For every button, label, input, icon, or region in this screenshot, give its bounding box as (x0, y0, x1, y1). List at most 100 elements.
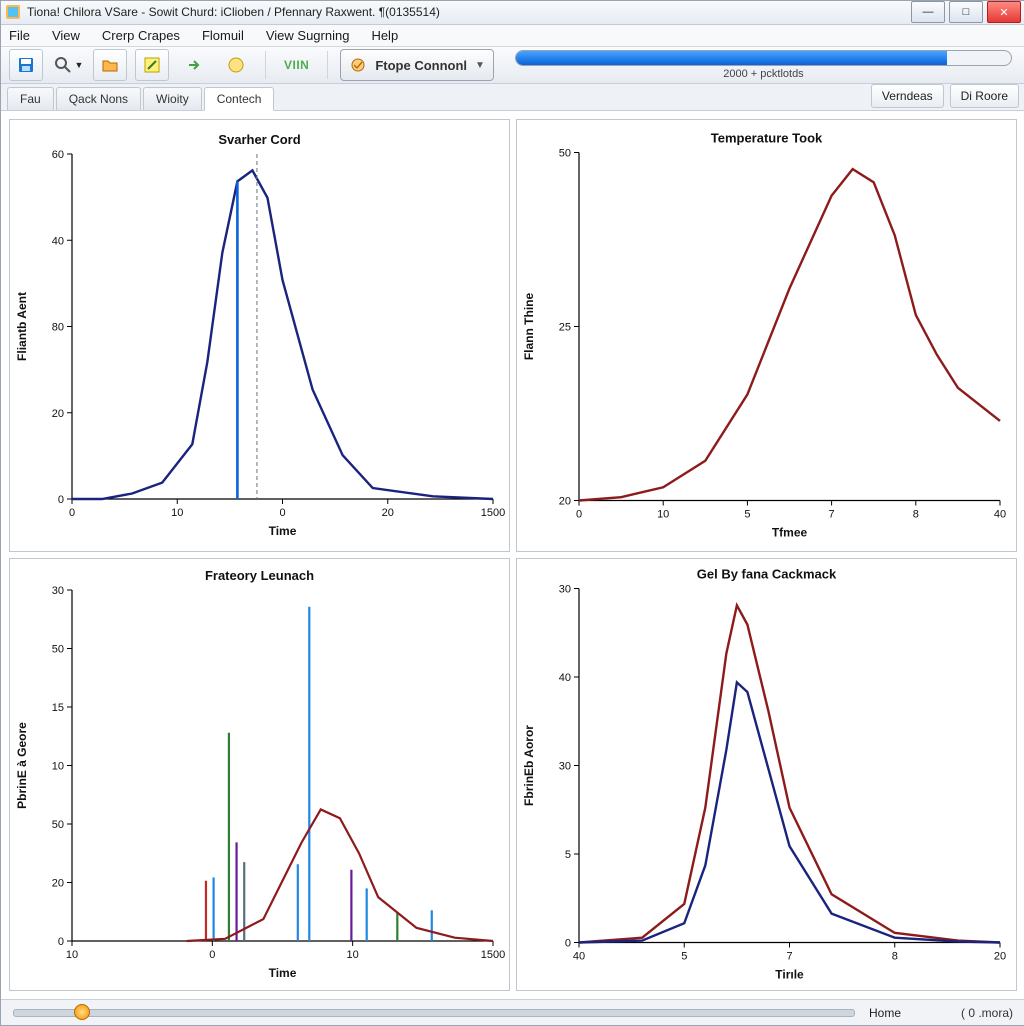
plot-grid: Svarher Cord0100201500020804060TimeFlian… (1, 111, 1024, 999)
svg-text:40: 40 (573, 951, 585, 963)
svg-text:80: 80 (52, 322, 64, 334)
svg-text:60: 60 (52, 149, 64, 161)
toolbar-separator (265, 51, 266, 79)
toolbar: ▼ VIIN Ftope Connonl ▼ 2000 + pcktlotds (1, 47, 1024, 84)
tab-fau[interactable]: Fau (7, 87, 54, 110)
app-window: Tiona! Chilora VSare - Sowit Churd: iCli… (0, 0, 1024, 1026)
svg-text:5: 5 (681, 951, 687, 963)
svg-text:30: 30 (559, 761, 571, 773)
svg-text:8: 8 (892, 951, 898, 963)
svg-text:10: 10 (66, 949, 78, 961)
svg-text:15: 15 (52, 702, 64, 714)
svg-text:Tfmee: Tfmee (772, 526, 808, 540)
svg-text:20: 20 (52, 878, 64, 890)
svg-text:1500: 1500 (481, 949, 505, 961)
svg-text:30: 30 (52, 585, 64, 597)
svg-text:8: 8 (913, 509, 919, 521)
svg-text:0: 0 (565, 938, 571, 950)
timeline-slider[interactable] (13, 1009, 855, 1017)
tab-qacknons[interactable]: Qack Nons (56, 87, 141, 110)
svg-text:0: 0 (69, 507, 75, 519)
svg-text:10: 10 (657, 509, 669, 521)
verndeas-button[interactable]: Verndeas (871, 84, 944, 108)
progress-bar (515, 50, 1012, 66)
plot-temperature[interactable]: Temperature Took01057840202550TfmeeFlann… (516, 119, 1017, 552)
svg-text:0: 0 (279, 507, 285, 519)
app-icon (5, 4, 21, 20)
folder-button[interactable] (93, 49, 127, 81)
dropdown-caret-icon: ▼ (75, 60, 84, 70)
slider-thumb[interactable] (74, 1004, 90, 1020)
tab-wioity[interactable]: Wioity (143, 87, 202, 110)
footer-right-label: ( 0 .mora) (961, 1006, 1013, 1020)
svg-text:Svarher Cord: Svarher Cord (218, 132, 300, 147)
window-controls: — □ ✕ (911, 1, 1021, 23)
close-button[interactable]: ✕ (987, 1, 1021, 23)
diroore-button[interactable]: Di Roore (950, 84, 1019, 108)
menu-help[interactable]: Help (371, 28, 398, 43)
svg-text:Time: Time (269, 966, 297, 980)
svg-text:0: 0 (58, 936, 64, 948)
svg-text:7: 7 (786, 951, 792, 963)
scope-combo[interactable]: Ftope Connonl ▼ (340, 49, 494, 81)
svg-text:20: 20 (559, 496, 571, 508)
svg-text:Flann Thine: Flann Thine (522, 293, 536, 361)
svg-text:40: 40 (559, 672, 571, 684)
chevron-down-icon: ▼ (475, 60, 485, 71)
svg-text:5: 5 (565, 849, 571, 861)
menu-file[interactable]: File (9, 28, 30, 43)
svg-text:0: 0 (58, 494, 64, 506)
footer: Home ( 0 .mora) (1, 999, 1024, 1025)
svg-text:Gel By fana Cackmack: Gel By fana Cackmack (697, 567, 837, 582)
status-icon-button[interactable] (219, 49, 253, 81)
menu-view[interactable]: View (52, 28, 80, 43)
svg-text:5: 5 (744, 509, 750, 521)
window-title: Tiona! Chilora VSare - Sowit Churd: iCli… (27, 5, 911, 19)
maximize-button[interactable]: □ (949, 1, 983, 23)
svg-text:20: 20 (994, 951, 1006, 963)
toolbar-separator-2 (327, 51, 328, 79)
scope-icon (349, 56, 367, 74)
search-button[interactable]: ▼ (51, 49, 85, 81)
svg-text:40: 40 (52, 236, 64, 248)
scope-combo-label: Ftope Connonl (375, 58, 467, 73)
menu-bar: File View Crerp Crapes Flomuil View Sugr… (1, 25, 1024, 47)
tab-contech[interactable]: Contech (204, 87, 275, 111)
svg-text:1500: 1500 (481, 507, 505, 519)
svg-text:10: 10 (52, 761, 64, 773)
svg-text:Time: Time (269, 524, 297, 538)
svg-text:Fliantb Aent: Fliantb Aent (15, 292, 29, 361)
svg-text:50: 50 (559, 148, 571, 160)
svg-text:FbrinEb Aoror: FbrinEb Aoror (522, 725, 536, 806)
viln-label[interactable]: VIIN (278, 58, 315, 72)
menu-view-sugrning[interactable]: View Sugrning (266, 28, 350, 43)
edit-button[interactable] (135, 49, 169, 81)
title-bar: Tiona! Chilora VSare - Sowit Churd: iCli… (1, 1, 1024, 25)
svg-text:40: 40 (994, 509, 1006, 521)
save-button[interactable] (9, 49, 43, 81)
svg-text:PbrinE à Geore: PbrinE à Geore (15, 722, 29, 809)
svg-text:Tirıle: Tirıle (775, 968, 804, 982)
progress-label: 2000 + pcktlotds (723, 68, 803, 80)
svg-text:10: 10 (347, 949, 359, 961)
progress-area: 2000 + pcktlotds (516, 50, 1011, 80)
svg-text:50: 50 (52, 644, 64, 656)
menu-crerp[interactable]: Crerp Crapes (102, 28, 180, 43)
svg-text:Frateory Leunach: Frateory Leunach (205, 568, 314, 583)
svg-text:7: 7 (829, 509, 835, 521)
go-button[interactable] (177, 49, 211, 81)
plot-frateory[interactable]: Frateory Leunach1001015000205010155030Ti… (9, 558, 510, 991)
tab-strip: Fau Qack Nons Wioity Contech Verndeas Di… (1, 84, 1024, 111)
home-label: Home (869, 1006, 901, 1020)
progress-fill (516, 51, 947, 65)
plot-svarher[interactable]: Svarher Cord 0 10 0 20 1500 0 20 80 40 60 Time Flian… (9, 119, 510, 552)
svg-text:0: 0 (576, 509, 582, 521)
svg-text:Temperature Took: Temperature Took (711, 131, 823, 146)
svg-text:20: 20 (52, 408, 64, 420)
menu-flomuil[interactable]: Flomuil (202, 28, 244, 43)
minimize-button[interactable]: — (911, 1, 945, 23)
svg-text:30: 30 (559, 584, 571, 596)
svg-text:20: 20 (382, 507, 394, 519)
svg-text:10: 10 (171, 507, 183, 519)
plot-gelby[interactable]: Gel By fana Cackmack 40 5 7 8 20 0 5 30 40 30 Tirıl… (516, 558, 1017, 991)
